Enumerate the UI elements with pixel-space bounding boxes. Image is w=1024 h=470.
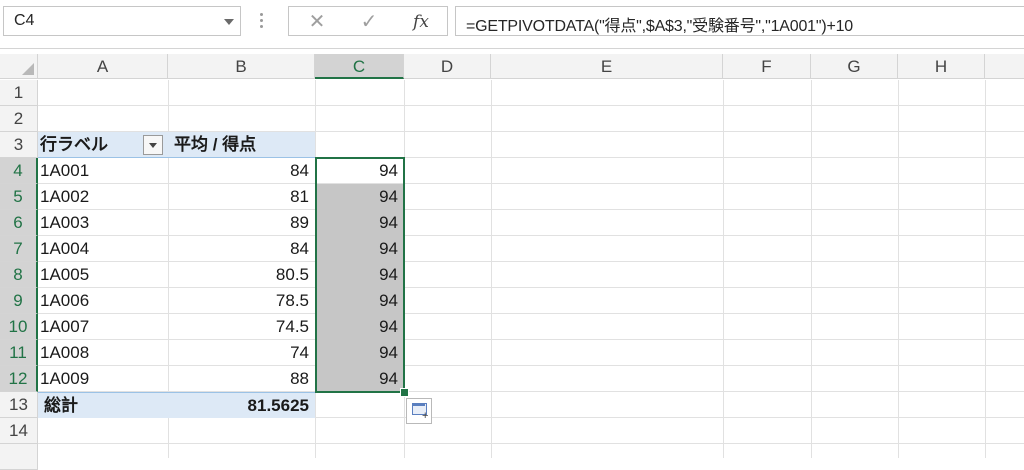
row-header-12[interactable]: 12 — [0, 366, 38, 392]
column-header-next[interactable] — [985, 54, 1024, 79]
column-header-e[interactable]: E — [491, 54, 723, 79]
pivot-item-label[interactable]: 1A005 — [38, 262, 168, 288]
selection-border — [315, 157, 405, 393]
enter-icon[interactable]: ✓ — [349, 9, 389, 35]
chevron-down-icon — [149, 143, 157, 148]
gridline — [811, 80, 812, 458]
gridline — [723, 80, 724, 458]
row-header-5[interactable]: 5 — [0, 184, 38, 210]
column-header-g[interactable]: G — [811, 54, 898, 79]
pivot-item-label[interactable]: 1A003 — [38, 210, 168, 236]
cancel-icon[interactable]: ✕ — [297, 9, 337, 35]
insert-function-icon[interactable]: fx — [401, 9, 441, 35]
pivot-total-label[interactable]: 総計 — [38, 392, 168, 418]
pivot-item-label[interactable]: 1A008 — [38, 340, 168, 366]
row-header-1[interactable]: 1 — [0, 80, 38, 106]
gridline — [491, 80, 492, 458]
pivot-item-value[interactable]: 84 — [168, 236, 315, 262]
pivot-total-value[interactable]: 81.5625 — [168, 392, 315, 418]
formula-text: =GETPIVOTDATA("得点",$A$3,"受験番号","1A001")+… — [466, 18, 853, 35]
pivot-item-value[interactable]: 78.5 — [168, 288, 315, 314]
formula-buttons: ✕ ✓ fx — [288, 6, 448, 36]
pivot-item-value[interactable]: 89 — [168, 210, 315, 236]
row-header-13[interactable]: 13 — [0, 392, 38, 418]
pivot-item-label[interactable]: 1A006 — [38, 288, 168, 314]
row-header-6[interactable]: 6 — [0, 210, 38, 236]
row-header-7[interactable]: 7 — [0, 236, 38, 262]
pivot-item-value[interactable]: 88 — [168, 366, 315, 392]
pivot-item-value[interactable]: 74.5 — [168, 314, 315, 340]
row-header-8[interactable]: 8 — [0, 262, 38, 288]
pivot-item-label[interactable]: 1A004 — [38, 236, 168, 262]
pivot-item-label[interactable]: 1A007 — [38, 314, 168, 340]
row-header-11[interactable]: 11 — [0, 340, 38, 366]
pivot-row-label-text: 行ラベル — [40, 135, 108, 154]
plus-icon: + — [422, 410, 429, 422]
formula-input[interactable]: =GETPIVOTDATA("得点",$A$3,"受験番号","1A001")+… — [455, 6, 1024, 36]
select-all-icon — [22, 63, 34, 75]
fill-handle[interactable] — [400, 388, 409, 397]
pivot-item-label[interactable]: 1A002 — [38, 184, 168, 210]
pivot-item-label[interactable]: 1A009 — [38, 366, 168, 392]
column-header-d[interactable]: D — [404, 54, 491, 79]
gridline — [898, 80, 899, 458]
column-header-a[interactable]: A — [38, 54, 168, 79]
name-box-value: C4 — [14, 12, 35, 29]
row-header-4[interactable]: 4 — [0, 158, 38, 184]
column-header-c[interactable]: C — [315, 54, 404, 79]
quick-analysis-icon-bar — [412, 403, 425, 406]
quick-analysis-button[interactable]: + — [406, 398, 432, 424]
gridline — [38, 443, 1024, 444]
chevron-down-icon[interactable] — [224, 19, 234, 25]
row-header-15[interactable] — [0, 444, 38, 470]
gridline — [38, 105, 1024, 106]
select-all-button[interactable] — [0, 54, 38, 79]
pivot-item-label[interactable]: 1A001 — [38, 158, 168, 184]
row-header-9[interactable]: 9 — [0, 288, 38, 314]
name-box[interactable]: C4 — [3, 6, 241, 36]
pivot-item-value[interactable]: 84 — [168, 158, 315, 184]
row-header-10[interactable]: 10 — [0, 314, 38, 340]
column-header-h[interactable]: H — [898, 54, 985, 79]
formula-bar: C4 ✕ ✓ fx =GETPIVOTDATA("得点",$A$3,"受験番号"… — [0, 0, 1024, 49]
column-header-b[interactable]: B — [168, 54, 315, 79]
gridline — [985, 80, 986, 458]
filter-dropdown-button[interactable] — [143, 135, 163, 155]
row-header-3[interactable]: 3 — [0, 132, 38, 158]
row-header-2[interactable]: 2 — [0, 106, 38, 132]
pivot-value-header[interactable]: 平均 / 得点 — [168, 132, 315, 158]
row-header-14[interactable]: 14 — [0, 418, 38, 444]
pivot-item-value[interactable]: 80.5 — [168, 262, 315, 288]
grip-icon — [260, 10, 264, 32]
pivot-item-value[interactable]: 74 — [168, 340, 315, 366]
column-header-f[interactable]: F — [723, 54, 811, 79]
pivot-item-value[interactable]: 81 — [168, 184, 315, 210]
